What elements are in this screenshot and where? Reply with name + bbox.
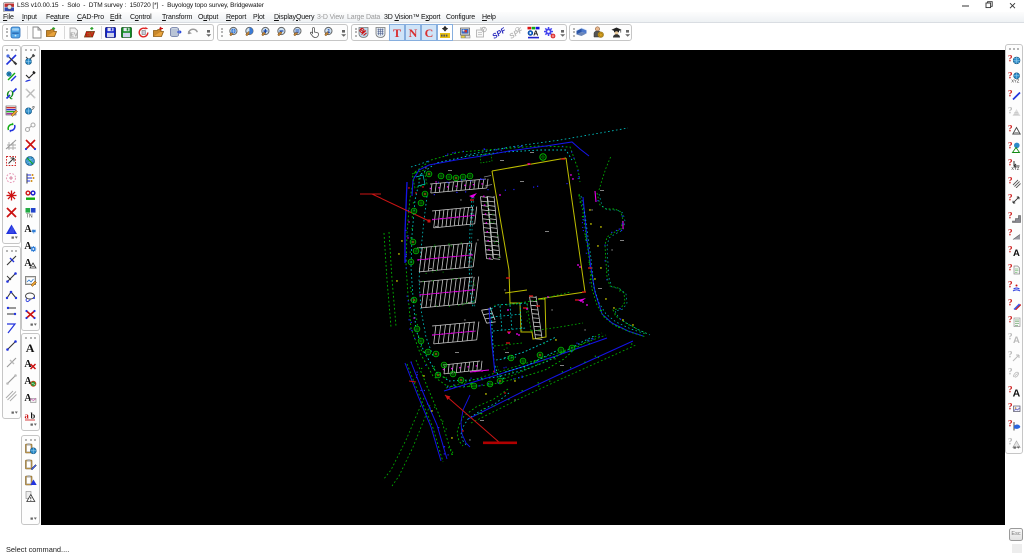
svg-text:?: ?: [1008, 280, 1013, 290]
svg-text:XYZ: XYZ: [1011, 79, 1020, 83]
svg-text:?: ?: [1008, 315, 1013, 325]
svg-text:A: A: [1013, 335, 1020, 344]
svg-text:?: ?: [1008, 228, 1013, 238]
svg-text:C: C: [425, 26, 434, 40]
svg-text:a: a: [25, 411, 30, 421]
svg-text:?: ?: [1008, 297, 1013, 307]
svg-text:TN: TN: [26, 214, 33, 219]
svg-text:?: ?: [1008, 402, 1013, 412]
svg-text:SPF: SPF: [509, 26, 522, 39]
svg-text:T: T: [393, 26, 401, 40]
svg-text:?: ?: [1008, 367, 1013, 377]
svg-text:?: ?: [1008, 106, 1013, 116]
svg-text:b: b: [31, 411, 36, 421]
svg-text:?: ?: [1008, 436, 1013, 446]
svg-text:N: N: [409, 26, 418, 40]
svg-text:FO: FO: [480, 26, 485, 30]
svg-text:?: ?: [1008, 123, 1013, 133]
svg-text:?: ?: [1008, 141, 1013, 151]
svg-text:1: 1: [327, 29, 330, 35]
svg-text:A: A: [24, 241, 32, 252]
svg-text:?: ?: [1008, 349, 1013, 359]
svg-text:?: ?: [1008, 419, 1013, 429]
svg-text:A: A: [1012, 387, 1020, 397]
svg-text:?: ?: [1008, 262, 1013, 272]
svg-text:A: A: [1013, 248, 1020, 257]
svg-text:A: A: [533, 30, 538, 37]
svg-text:A: A: [24, 258, 32, 269]
svg-text:A: A: [26, 341, 35, 354]
svg-text:XYZ: XYZ: [1011, 166, 1020, 170]
svg-text:EV: EV: [70, 32, 78, 38]
svg-text:?: ?: [1008, 175, 1013, 185]
svg-text:SPF: SPF: [492, 26, 505, 39]
svg-text:?: ?: [1008, 245, 1013, 255]
svg-text:?: ?: [1008, 54, 1013, 64]
svg-text:?: ?: [1008, 193, 1013, 203]
svg-text:?: ?: [1008, 332, 1013, 342]
svg-text:A: A: [24, 224, 32, 235]
svg-text:?: ?: [1008, 88, 1013, 98]
svg-text:?: ?: [1008, 210, 1013, 220]
svg-text:EV: EV: [86, 31, 95, 38]
